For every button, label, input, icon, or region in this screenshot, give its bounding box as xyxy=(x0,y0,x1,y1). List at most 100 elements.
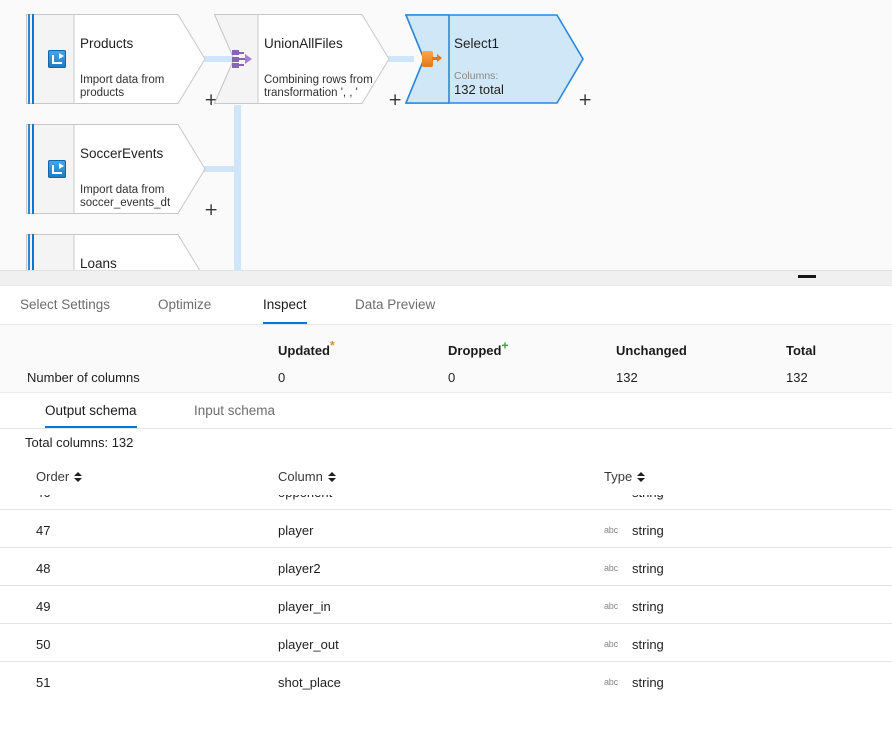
column-header-type[interactable]: Type xyxy=(604,469,646,484)
cell-order: 48 xyxy=(36,561,51,576)
stats-row-label: Number of columns xyxy=(27,370,140,385)
string-type-icon: abc xyxy=(604,563,618,573)
schema-tabbar: Output schema Input schema xyxy=(0,393,892,429)
columns-value: 132 total xyxy=(454,82,504,97)
stat-header-updated: Updated* xyxy=(278,340,335,358)
stat-header-label: Dropped xyxy=(448,343,502,358)
source-accent-bar-outer xyxy=(28,14,30,104)
schema-table-header: Order Column Type xyxy=(0,469,892,495)
table-row[interactable]: 46 opponent abc string xyxy=(0,495,892,510)
add-node-plus-button[interactable]: + xyxy=(388,92,402,109)
column-stats: Number of columns Updated* 0 Dropped+ 0 … xyxy=(0,325,892,393)
tab-output-schema[interactable]: Output schema xyxy=(45,393,137,428)
tab-select-settings[interactable]: Select Settings xyxy=(20,286,110,324)
cell-order: 50 xyxy=(36,637,51,652)
add-node-plus-button[interactable]: + xyxy=(578,92,592,109)
string-type-icon: abc xyxy=(604,677,618,687)
tab-input-schema[interactable]: Input schema xyxy=(194,393,275,428)
cell-type: string xyxy=(632,675,664,690)
node-title: Products xyxy=(80,36,134,51)
cell-type: string xyxy=(632,561,664,576)
table-row[interactable]: 49 player_in abc string xyxy=(0,586,892,624)
source-accent-bar-inner xyxy=(32,234,34,270)
string-type-icon: abc xyxy=(604,525,618,535)
cell-column: shot_place xyxy=(278,675,341,690)
pipeline-node-products[interactable]: Products Import data from products + xyxy=(26,14,218,109)
pipeline-canvas[interactable]: Products Import data from products + Soc… xyxy=(0,0,892,270)
header-label: Column xyxy=(278,469,323,484)
cell-order: 47 xyxy=(36,523,51,538)
total-columns-label: Total columns: 132 xyxy=(25,435,134,450)
cell-type: string xyxy=(632,637,664,652)
stat-header-dropped: Dropped+ xyxy=(448,340,508,358)
stat-header-label: Updated xyxy=(278,343,330,358)
node-subtitle: Combining rows from transformation ', , … xyxy=(264,74,373,99)
stat-header-unchanged: Unchanged xyxy=(616,343,687,358)
cell-type: string xyxy=(632,495,664,500)
node-subtitle: Import data from products xyxy=(80,74,165,99)
pipeline-node-select1[interactable]: Select1 Columns: 132 total + xyxy=(405,14,592,109)
cell-order: 46 xyxy=(36,495,50,500)
tab-inspect[interactable]: Inspect xyxy=(263,286,307,324)
node-subtitle: Import data from soccer_events_dt xyxy=(80,184,171,209)
stat-value-dropped: 0 xyxy=(448,370,456,385)
stat-value-total: 132 xyxy=(786,370,808,385)
table-row[interactable]: 50 player_out abc string xyxy=(0,624,892,662)
table-row[interactable]: 51 shot_place abc string xyxy=(0,662,892,699)
sort-icon[interactable] xyxy=(637,471,646,483)
panel-tabbar: Select Settings Optimize Inspect Data Pr… xyxy=(0,286,892,325)
updated-marker-icon: * xyxy=(330,338,335,353)
dropped-marker-icon: + xyxy=(501,338,509,353)
cell-column: player_out xyxy=(278,637,339,652)
select-icon xyxy=(415,14,449,104)
pipeline-node-unionallfiles[interactable]: UnionAllFiles Combining rows from transf… xyxy=(214,14,402,109)
header-label: Type xyxy=(604,469,633,484)
schema-table-body[interactable]: 46 opponent abc string 47 player abc str… xyxy=(0,495,892,744)
string-type-icon: abc xyxy=(604,601,618,611)
connector-union-trunk-vertical xyxy=(234,105,241,270)
cell-type: string xyxy=(632,599,664,614)
source-accent-bar-inner xyxy=(32,14,34,104)
pipeline-node-loans[interactable]: Loans xyxy=(26,234,206,270)
cell-order: 49 xyxy=(36,599,51,614)
source-import-icon xyxy=(40,124,74,214)
panel-resize-grip[interactable] xyxy=(0,271,892,286)
sort-icon[interactable] xyxy=(74,471,83,483)
node-subtitle: Columns: 132 total xyxy=(454,70,574,96)
cell-order: 51 xyxy=(36,675,51,690)
tab-label: Optimize xyxy=(158,297,212,312)
tab-label: Select Settings xyxy=(20,297,111,312)
column-header-order[interactable]: Order xyxy=(36,469,83,484)
cell-column: player xyxy=(278,523,314,538)
source-accent-bar-outer xyxy=(28,234,30,270)
source-import-icon xyxy=(40,14,74,104)
sort-icon[interactable] xyxy=(327,471,336,483)
tab-label: Data Preview xyxy=(355,297,436,312)
stat-header-total: Total xyxy=(786,343,816,358)
details-panel: Select Settings Optimize Inspect Data Pr… xyxy=(0,270,892,744)
cell-column: player2 xyxy=(278,561,321,576)
column-header-column[interactable]: Column xyxy=(278,469,336,484)
tab-label: Output schema xyxy=(45,403,137,418)
table-row[interactable]: 48 player2 abc string xyxy=(0,548,892,586)
stat-value-updated: 0 xyxy=(278,370,286,385)
node-title: SoccerEvents xyxy=(80,146,164,161)
stat-header-label: Unchanged xyxy=(616,343,687,358)
union-icon xyxy=(225,14,259,104)
string-type-icon: abc xyxy=(604,495,618,497)
table-row[interactable]: 47 player abc string xyxy=(0,510,892,548)
tab-label: Inspect xyxy=(263,297,307,312)
node-title: Select1 xyxy=(454,36,500,51)
tab-optimize[interactable]: Optimize xyxy=(158,286,211,324)
add-node-plus-button[interactable]: + xyxy=(204,202,218,219)
header-label: Order xyxy=(36,469,70,484)
tab-data-preview[interactable]: Data Preview xyxy=(355,286,435,324)
pipeline-node-soccerevents[interactable]: SoccerEvents Import data from soccer_eve… xyxy=(26,124,218,219)
cell-column: player_in xyxy=(278,599,331,614)
stat-header-label: Total xyxy=(786,343,817,358)
cell-column: opponent xyxy=(278,495,332,500)
tab-label: Input schema xyxy=(194,403,276,418)
cell-type: string xyxy=(632,523,664,538)
minimize-panel-button[interactable] xyxy=(798,275,816,278)
stat-value-unchanged: 132 xyxy=(616,370,638,385)
